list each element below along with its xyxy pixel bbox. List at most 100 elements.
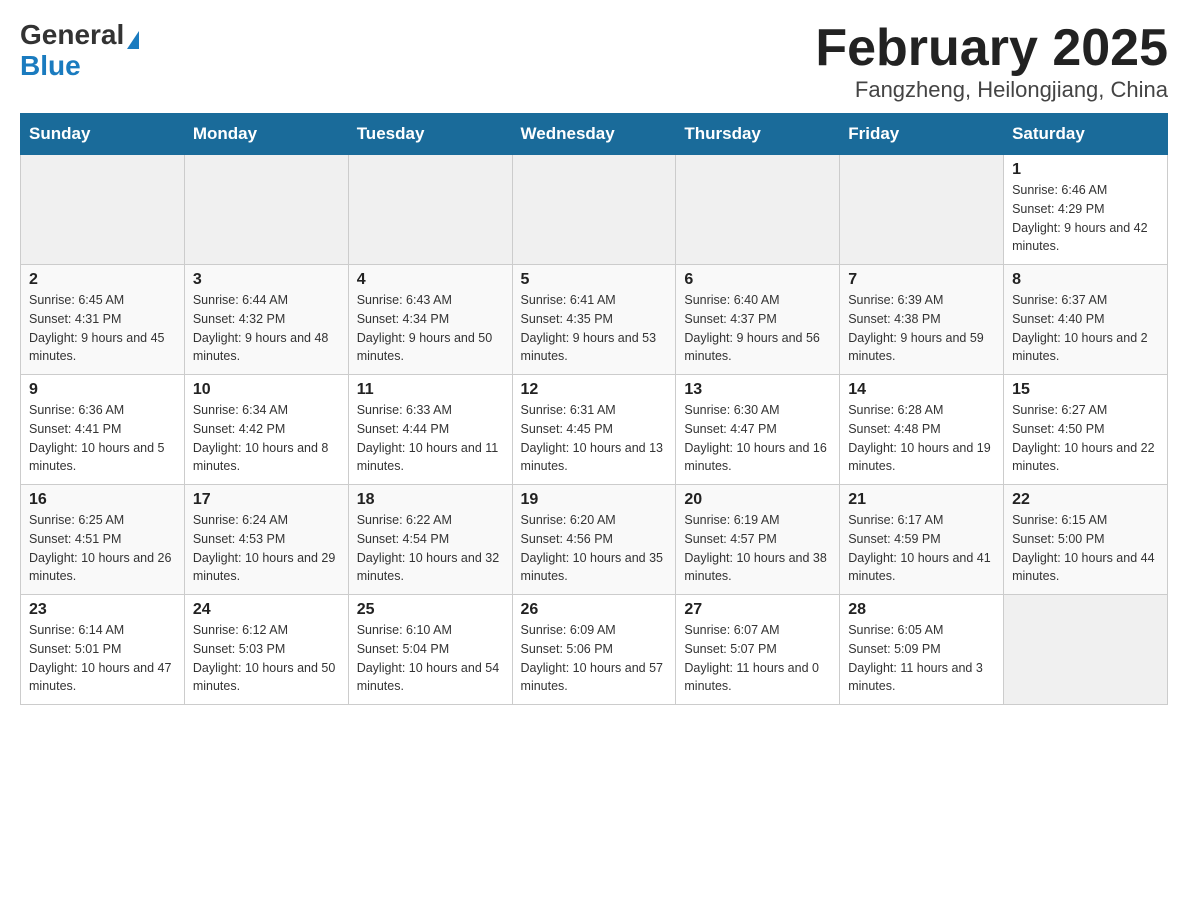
calendar-header-row: SundayMondayTuesdayWednesdayThursdayFrid… [21, 114, 1168, 155]
day-number: 8 [1012, 271, 1159, 289]
day-number: 11 [357, 381, 504, 399]
calendar-cell [1004, 595, 1168, 705]
logo-general-text: General [20, 19, 124, 50]
day-info: Sunrise: 6:05 AMSunset: 5:09 PMDaylight:… [848, 621, 995, 696]
day-number: 28 [848, 601, 995, 619]
calendar-cell: 5 Sunrise: 6:41 AMSunset: 4:35 PMDaylight… [512, 265, 676, 375]
calendar-week-5: 23Sunrise: 6:14 AMSunset: 5:01 PMDayligh… [21, 595, 1168, 705]
day-info: Sunrise: 6:25 AMSunset: 4:51 PMDaylight:… [29, 511, 176, 586]
day-number: 1 [1012, 161, 1159, 179]
weekday-header-tuesday: Tuesday [348, 114, 512, 155]
calendar-cell: 18 Sunrise: 6:22 AMSunset: 4:54 PMDayligh… [348, 485, 512, 595]
weekday-header-wednesday: Wednesday [512, 114, 676, 155]
calendar-cell: 2 Sunrise: 6:45 AMSunset: 4:31 PMDaylight… [21, 265, 185, 375]
day-info: Sunrise: 6:30 AMSunset: 4:47 PMDaylight:… [684, 401, 831, 476]
day-number: 17 [193, 491, 340, 509]
day-number: 7 [848, 271, 995, 289]
weekday-header-friday: Friday [840, 114, 1004, 155]
day-number: 18 [357, 491, 504, 509]
day-info: Sunrise: 6:41 AMSunset: 4:35 PMDaylight:… [521, 291, 668, 366]
calendar-cell: 13 Sunrise: 6:30 AMSunset: 4:47 PMDayligh… [676, 375, 840, 485]
title-block: February 2025 Fangzheng, Heilongjiang, C… [815, 20, 1168, 103]
day-info: Sunrise: 6:40 AMSunset: 4:37 PMDaylight:… [684, 291, 831, 366]
weekday-header-sunday: Sunday [21, 114, 185, 155]
day-number: 3 [193, 271, 340, 289]
day-info: Sunrise: 6:34 AMSunset: 4:42 PMDaylight:… [193, 401, 340, 476]
calendar-cell [184, 155, 348, 265]
day-number: 16 [29, 491, 176, 509]
calendar-cell: 23Sunrise: 6:14 AMSunset: 5:01 PMDayligh… [21, 595, 185, 705]
calendar-cell: 4 Sunrise: 6:43 AMSunset: 4:34 PMDaylight… [348, 265, 512, 375]
day-number: 20 [684, 491, 831, 509]
calendar-cell: 14Sunrise: 6:28 AMSunset: 4:48 PMDayligh… [840, 375, 1004, 485]
calendar-cell: 6 Sunrise: 6:40 AMSunset: 4:37 PMDaylight… [676, 265, 840, 375]
calendar-cell [840, 155, 1004, 265]
month-title: February 2025 [815, 20, 1168, 77]
day-info: Sunrise: 6:39 AMSunset: 4:38 PMDaylight:… [848, 291, 995, 366]
day-number: 15 [1012, 381, 1159, 399]
calendar-cell: 8 Sunrise: 6:37 AMSunset: 4:40 PMDaylight… [1004, 265, 1168, 375]
day-info: Sunrise: 6:09 AMSunset: 5:06 PMDaylight:… [521, 621, 668, 696]
day-number: 12 [521, 381, 668, 399]
calendar-cell: 28 Sunrise: 6:05 AMSunset: 5:09 PMDayligh… [840, 595, 1004, 705]
day-number: 2 [29, 271, 176, 289]
page-header: General Blue February 2025 Fangzheng, He… [20, 20, 1168, 103]
calendar-week-1: 1Sunrise: 6:46 AMSunset: 4:29 PMDaylight… [21, 155, 1168, 265]
day-info: Sunrise: 6:44 AMSunset: 4:32 PMDaylight:… [193, 291, 340, 366]
calendar-cell [348, 155, 512, 265]
day-number: 27 [684, 601, 831, 619]
calendar-cell: 7 Sunrise: 6:39 AMSunset: 4:38 PMDaylight… [840, 265, 1004, 375]
day-info: Sunrise: 6:20 AMSunset: 4:56 PMDaylight:… [521, 511, 668, 586]
day-number: 26 [521, 601, 668, 619]
day-info: Sunrise: 6:17 AMSunset: 4:59 PMDaylight:… [848, 511, 995, 586]
calendar-cell: 11 Sunrise: 6:33 AMSunset: 4:44 PMDayligh… [348, 375, 512, 485]
day-number: 21 [848, 491, 995, 509]
calendar-cell: 19Sunrise: 6:20 AMSunset: 4:56 PMDayligh… [512, 485, 676, 595]
calendar-cell [512, 155, 676, 265]
day-info: Sunrise: 6:10 AMSunset: 5:04 PMDaylight:… [357, 621, 504, 696]
calendar-cell: 24Sunrise: 6:12 AMSunset: 5:03 PMDayligh… [184, 595, 348, 705]
day-number: 6 [684, 271, 831, 289]
day-number: 22 [1012, 491, 1159, 509]
day-info: Sunrise: 6:19 AMSunset: 4:57 PMDaylight:… [684, 511, 831, 586]
day-number: 13 [684, 381, 831, 399]
calendar-cell: 27 Sunrise: 6:07 AMSunset: 5:07 PMDayligh… [676, 595, 840, 705]
calendar-cell: 21 Sunrise: 6:17 AMSunset: 4:59 PMDayligh… [840, 485, 1004, 595]
location-text: Fangzheng, Heilongjiang, China [815, 77, 1168, 103]
day-info: Sunrise: 6:45 AMSunset: 4:31 PMDaylight:… [29, 291, 176, 366]
day-info: Sunrise: 6:43 AMSunset: 4:34 PMDaylight:… [357, 291, 504, 366]
day-number: 10 [193, 381, 340, 399]
day-info: Sunrise: 6:36 AMSunset: 4:41 PMDaylight:… [29, 401, 176, 476]
day-info: Sunrise: 6:27 AMSunset: 4:50 PMDaylight:… [1012, 401, 1159, 476]
calendar-cell: 17Sunrise: 6:24 AMSunset: 4:53 PMDayligh… [184, 485, 348, 595]
calendar-cell: 1Sunrise: 6:46 AMSunset: 4:29 PMDaylight… [1004, 155, 1168, 265]
day-number: 5 [521, 271, 668, 289]
calendar-cell: 26 Sunrise: 6:09 AMSunset: 5:06 PMDayligh… [512, 595, 676, 705]
calendar-cell: 12Sunrise: 6:31 AMSunset: 4:45 PMDayligh… [512, 375, 676, 485]
logo-blue-text: Blue [20, 50, 81, 81]
day-info: Sunrise: 6:22 AMSunset: 4:54 PMDaylight:… [357, 511, 504, 586]
calendar-cell: 25 Sunrise: 6:10 AMSunset: 5:04 PMDayligh… [348, 595, 512, 705]
day-number: 4 [357, 271, 504, 289]
day-info: Sunrise: 6:07 AMSunset: 5:07 PMDaylight:… [684, 621, 831, 696]
calendar-cell: 20 Sunrise: 6:19 AMSunset: 4:57 PMDayligh… [676, 485, 840, 595]
day-info: Sunrise: 6:28 AMSunset: 4:48 PMDaylight:… [848, 401, 995, 476]
calendar-cell: 15 Sunrise: 6:27 AMSunset: 4:50 PMDayligh… [1004, 375, 1168, 485]
calendar-cell [676, 155, 840, 265]
weekday-header-saturday: Saturday [1004, 114, 1168, 155]
day-number: 24 [193, 601, 340, 619]
day-info: Sunrise: 6:33 AMSunset: 4:44 PMDaylight:… [357, 401, 504, 476]
day-number: 25 [357, 601, 504, 619]
logo-line2: Blue [20, 51, 139, 82]
logo: General Blue [20, 20, 139, 82]
weekday-header-monday: Monday [184, 114, 348, 155]
calendar-cell: 16 Sunrise: 6:25 AMSunset: 4:51 PMDayligh… [21, 485, 185, 595]
weekday-header-thursday: Thursday [676, 114, 840, 155]
calendar-cell: 22 Sunrise: 6:15 AMSunset: 5:00 PMDayligh… [1004, 485, 1168, 595]
day-info: Sunrise: 6:15 AMSunset: 5:00 PMDaylight:… [1012, 511, 1159, 586]
calendar-week-4: 16 Sunrise: 6:25 AMSunset: 4:51 PMDayligh… [21, 485, 1168, 595]
day-info: Sunrise: 6:37 AMSunset: 4:40 PMDaylight:… [1012, 291, 1159, 366]
day-info: Sunrise: 6:14 AMSunset: 5:01 PMDaylight:… [29, 621, 176, 696]
calendar-cell [21, 155, 185, 265]
calendar-week-2: 2 Sunrise: 6:45 AMSunset: 4:31 PMDaylight… [21, 265, 1168, 375]
